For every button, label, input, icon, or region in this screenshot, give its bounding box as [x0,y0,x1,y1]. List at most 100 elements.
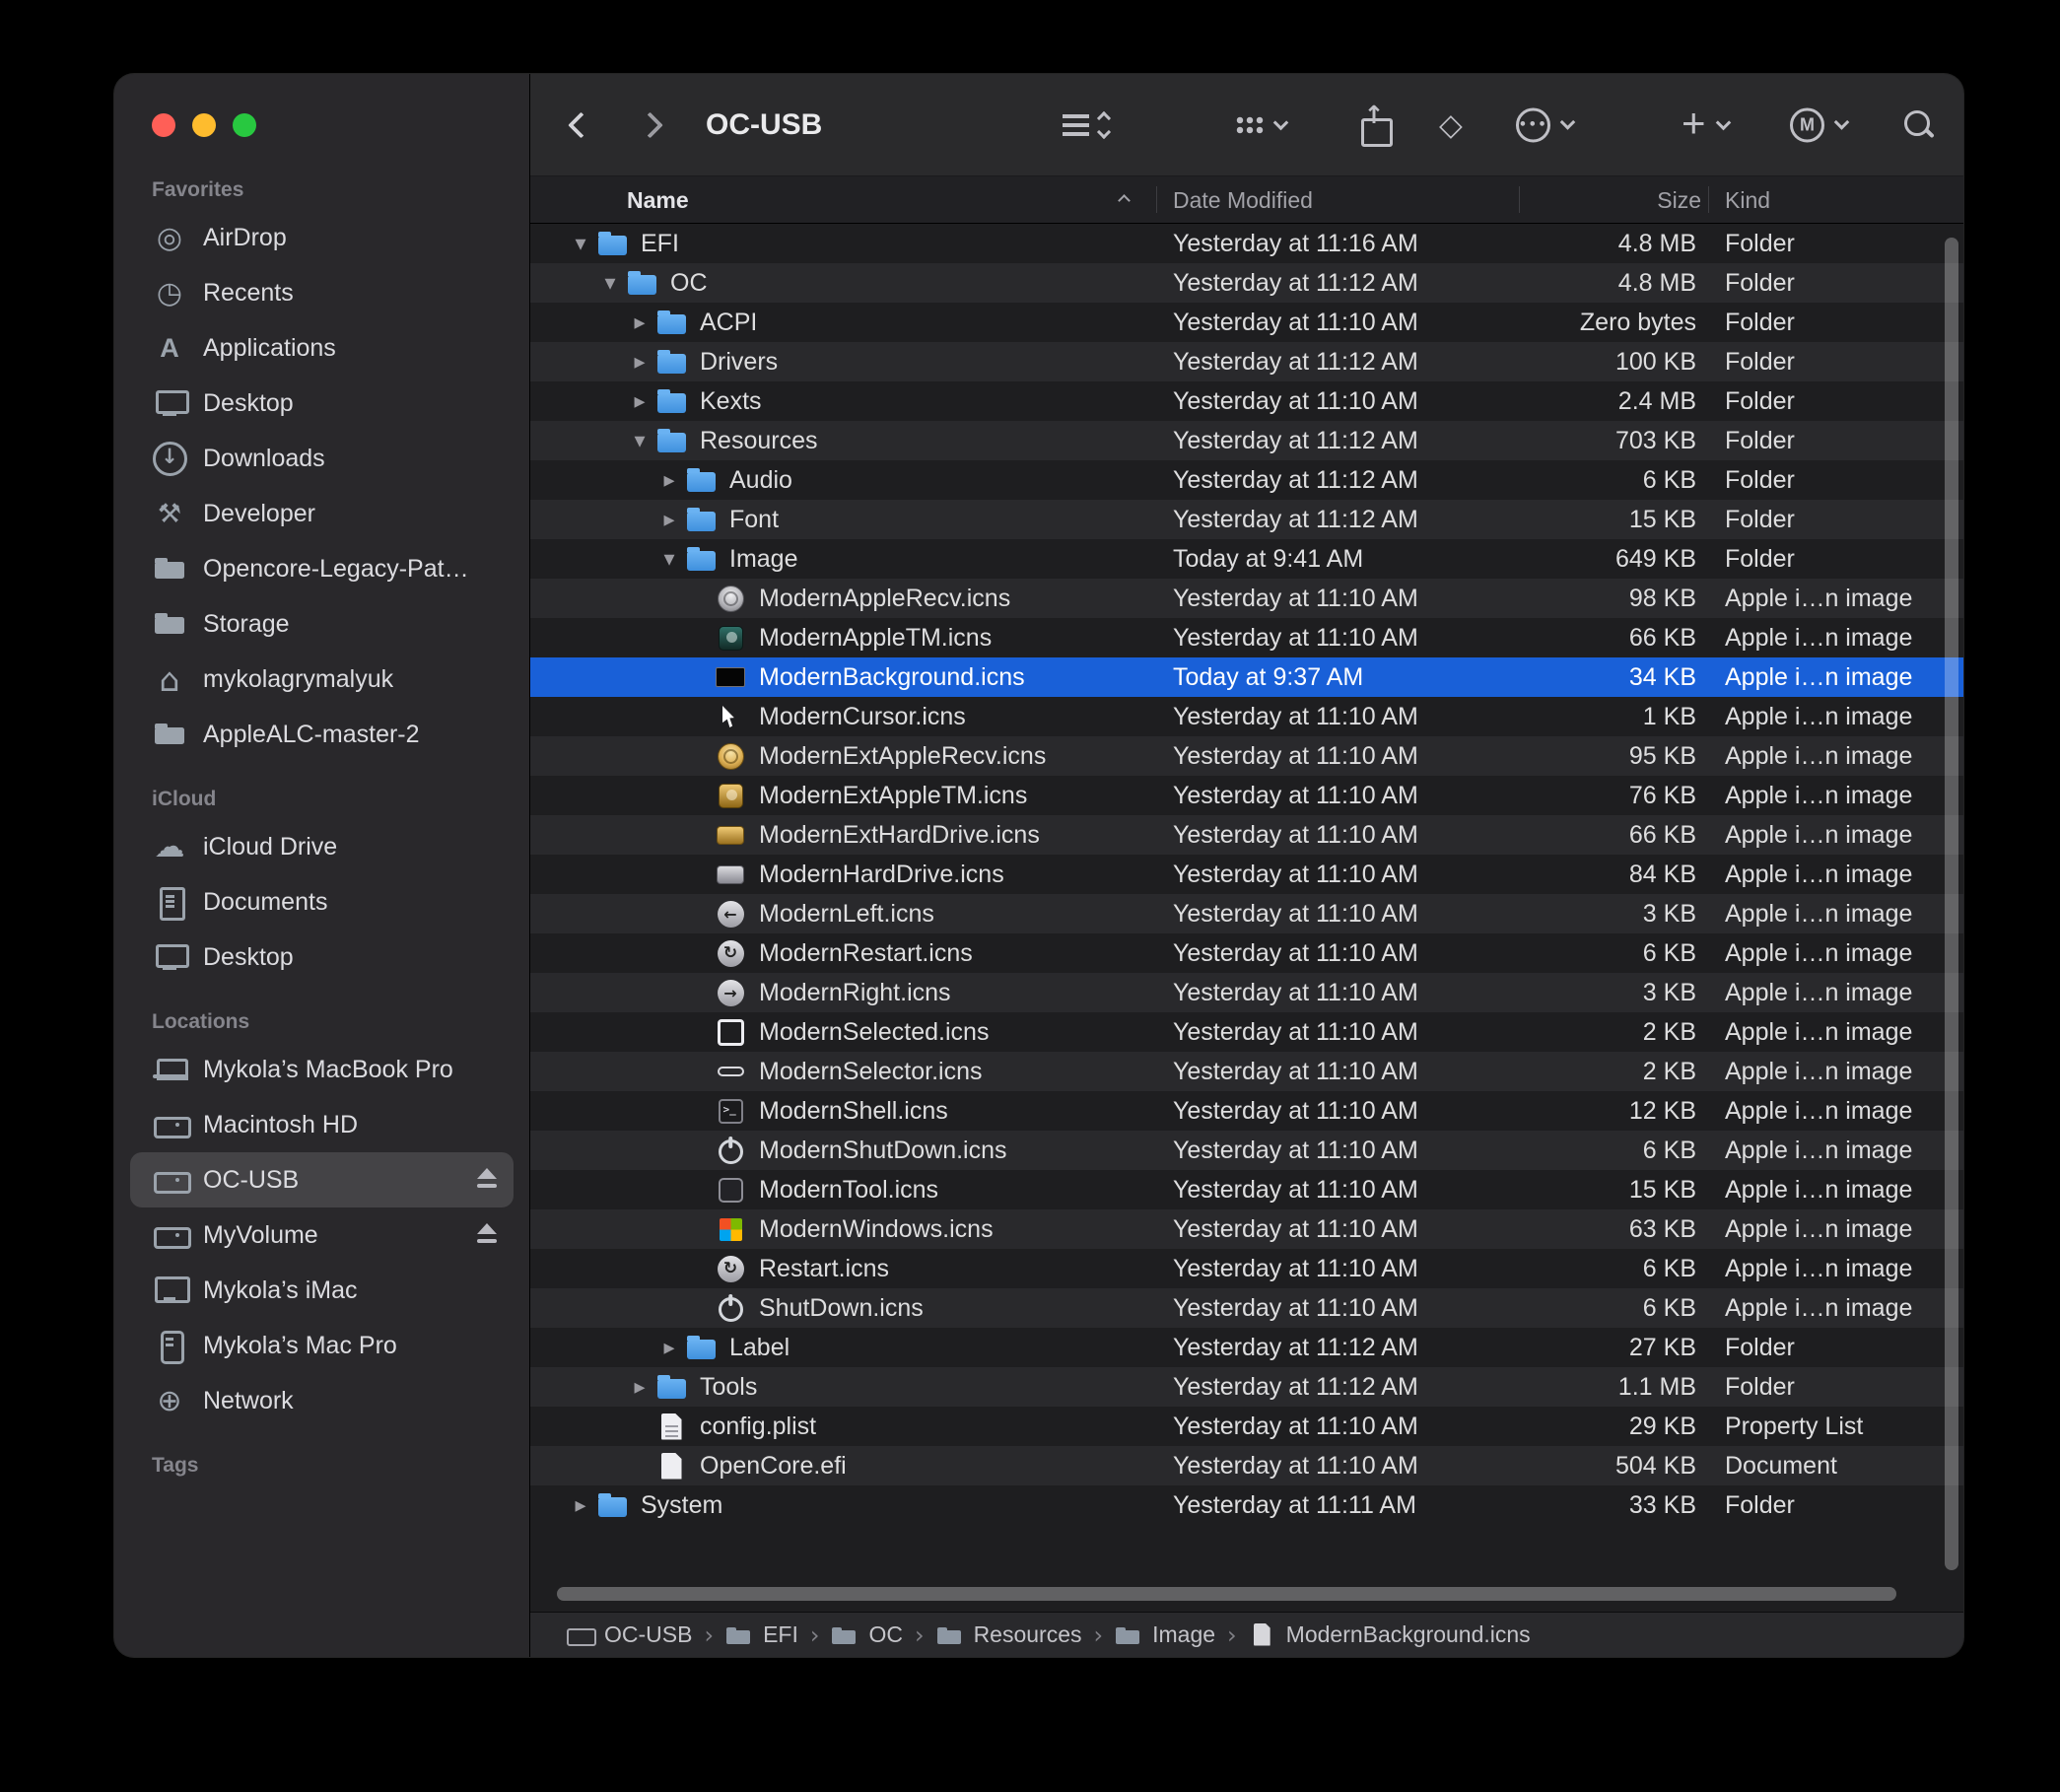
column-header-date[interactable]: Date Modified [1173,176,1313,224]
path-item-resources[interactable]: Resources [936,1621,1082,1649]
file-row-config-plist[interactable]: config.plistYesterday at 11:10 AM29 KBPr… [530,1407,1963,1446]
file-size: 84 KB [1519,855,1708,894]
sidebar-item-recents[interactable]: Recents [130,265,514,320]
disclosure-closed-icon[interactable] [625,1375,654,1400]
file-row-efi[interactable]: EFIYesterday at 11:16 AM4.8 MBFolder [530,224,1963,263]
file-row-resources[interactable]: ResourcesYesterday at 11:12 AM703 KBFold… [530,421,1963,460]
path-item-image[interactable]: Image [1115,1621,1215,1649]
path-item-oc-usb[interactable]: OC-USB [567,1621,692,1649]
disclosure-open-icon[interactable] [595,271,625,296]
more-actions-button[interactable] [1516,107,1573,142]
file-row-modernright-icns[interactable]: ModernRight.icnsYesterday at 11:10 AM3 K… [530,973,1963,1012]
file-row-acpi[interactable]: ACPIYesterday at 11:10 AMZero bytesFolde… [530,303,1963,342]
file-row-shutdown-icns[interactable]: ShutDown.icnsYesterday at 11:10 AM6 KBAp… [530,1288,1963,1328]
file-row-moderntool-icns[interactable]: ModernTool.icnsYesterday at 11:10 AM15 K… [530,1170,1963,1209]
path-separator-icon [704,1621,714,1649]
sidebar-item-network[interactable]: Network [130,1373,514,1428]
file-row-modernharddrive-icns[interactable]: ModernHardDrive.icnsYesterday at 11:10 A… [530,855,1963,894]
file-row-restart-icns[interactable]: Restart.icnsYesterday at 11:10 AM6 KBApp… [530,1249,1963,1288]
file-row-modernselector-icns[interactable]: ModernSelector.icnsYesterday at 11:10 AM… [530,1052,1963,1091]
file-row-modernappletm-icns[interactable]: ModernAppleTM.icnsYesterday at 11:10 AM6… [530,618,1963,657]
vertical-scrollbar-thumb[interactable] [1945,238,1958,1570]
column-divider[interactable] [1708,186,1709,213]
disclosure-closed-icon[interactable] [625,310,654,335]
disclosure-closed-icon[interactable] [566,1493,595,1518]
zoom-button[interactable] [233,113,256,137]
disclosure-closed-icon[interactable] [654,468,684,493]
sidebar-item-mykola-s-mac-pro[interactable]: Mykola’s Mac Pro [130,1318,514,1373]
minimize-button[interactable] [192,113,216,137]
sidebar-item-mykola-s-imac[interactable]: Mykola’s iMac [130,1263,514,1318]
file-row-moderncursor-icns[interactable]: ModernCursor.icnsYesterday at 11:10 AM1 … [530,697,1963,736]
disclosure-open-icon[interactable] [625,429,654,453]
file-row-font[interactable]: FontYesterday at 11:12 AM15 KBFolder [530,500,1963,539]
sidebar-item-developer[interactable]: Developer [130,486,514,541]
column-header-size[interactable]: Size [1519,176,1701,224]
file-row-modernextapplerecv-icns[interactable]: ModernExtAppleRecv.icnsYesterday at 11:1… [530,736,1963,776]
sidebar-item-icloud-drive[interactable]: iCloud Drive [130,819,514,874]
sidebar-item-applications[interactable]: Applications [130,320,514,376]
file-row-modernselected-icns[interactable]: ModernSelected.icnsYesterday at 11:10 AM… [530,1012,1963,1052]
file-row-image[interactable]: ImageToday at 9:41 AM649 KBFolder [530,539,1963,579]
disclosure-closed-icon[interactable] [625,350,654,375]
file-row-kexts[interactable]: KextsYesterday at 11:10 AM2.4 MBFolder [530,381,1963,421]
forward-button[interactable] [641,115,659,134]
sidebar-item-mykolagrymalyuk[interactable]: mykolagrymalyuk [130,652,514,707]
group-button[interactable] [1235,115,1286,135]
disclosure-open-icon[interactable] [566,232,595,256]
file-date: Yesterday at 11:10 AM [1156,776,1519,815]
path-item-oc[interactable]: OC [831,1621,903,1649]
account-button[interactable]: M [1790,107,1847,142]
path-item-efi[interactable]: EFI [725,1621,798,1649]
sidebar-item-macintosh-hd[interactable]: Macintosh HD [130,1097,514,1152]
sidebar-item-airdrop[interactable]: AirDrop [130,210,514,265]
file-row-modernrestart-icns[interactable]: ModernRestart.icnsYesterday at 11:10 AM6… [530,933,1963,973]
path-item-modernbackground-icns[interactable]: ModernBackground.icns [1249,1621,1531,1649]
disclosure-open-icon[interactable] [654,547,684,572]
column-divider[interactable] [1156,186,1157,213]
sidebar-item-applealc-master-2[interactable]: AppleALC-master-2 [130,707,514,762]
sidebar-item-downloads[interactable]: Downloads [130,431,514,486]
file-row-drivers[interactable]: DriversYesterday at 11:12 AM100 KBFolder [530,342,1963,381]
disclosure-closed-icon[interactable] [654,1336,684,1360]
file-row-oc[interactable]: OCYesterday at 11:12 AM4.8 MBFolder [530,263,1963,303]
sidebar-item-myvolume[interactable]: MyVolume [130,1207,514,1263]
file-row-modernshell-icns[interactable]: ModernShell.icnsYesterday at 11:10 AM12 … [530,1091,1963,1131]
sidebar-item-desktop[interactable]: Desktop [130,376,514,431]
sidebar-item-oc-usb[interactable]: OC-USB [130,1152,514,1207]
sidebar: FavoritesAirDropRecentsApplicationsDeskt… [114,74,530,1657]
share-button[interactable] [1358,107,1390,143]
file-row-modernleft-icns[interactable]: ModernLeft.icnsYesterday at 11:10 AM3 KB… [530,894,1963,933]
sidebar-item-mykola-s-macbook-pro[interactable]: Mykola’s MacBook Pro [130,1042,514,1097]
tag-button[interactable] [1439,107,1463,143]
file-row-modernbackground-icns[interactable]: ModernBackground.icnsToday at 9:37 AM34 … [530,657,1963,697]
file-row-modernextappletm-icns[interactable]: ModernExtAppleTM.icnsYesterday at 11:10 … [530,776,1963,815]
disclosure-closed-icon[interactable] [625,389,654,414]
view-mode-button[interactable] [1063,113,1109,137]
horizontal-scrollbar-thumb[interactable] [557,1587,1896,1601]
sidebar-item-desktop[interactable]: Desktop [130,930,514,985]
sidebar-item-documents[interactable]: Documents [130,874,514,930]
file-row-label[interactable]: LabelYesterday at 11:12 AM27 KBFolder [530,1328,1963,1367]
sidebar-item-storage[interactable]: Storage [130,596,514,652]
search-button[interactable] [1902,108,1936,142]
file-row-tools[interactable]: ToolsYesterday at 11:12 AM1.1 MBFolder [530,1367,1963,1407]
sidebar-item-opencore-legacy-pat[interactable]: Opencore-Legacy-Pat… [130,541,514,596]
close-button[interactable] [152,113,175,137]
file-row-modernextharddrive-icns[interactable]: ModernExtHardDrive.icnsYesterday at 11:1… [530,815,1963,855]
column-header-kind[interactable]: Kind [1725,176,1770,224]
file-row-system[interactable]: SystemYesterday at 11:11 AM33 KBFolder [530,1485,1963,1525]
eject-icon[interactable] [474,1167,500,1193]
file-row-opencore-efi[interactable]: OpenCore.efiYesterday at 11:10 AM504 KBD… [530,1446,1963,1485]
file-size: 504 KB [1519,1446,1708,1485]
file-row-audio[interactable]: AudioYesterday at 11:12 AM6 KBFolder [530,460,1963,500]
file-row-modernapplerecv-icns[interactable]: ModernAppleRecv.icnsYesterday at 11:10 A… [530,579,1963,618]
file-size: 649 KB [1519,539,1708,579]
add-button[interactable] [1682,108,1729,142]
file-row-modernshutdown-icns[interactable]: ModernShutDown.icnsYesterday at 11:10 AM… [530,1131,1963,1170]
back-button[interactable] [572,115,590,134]
disclosure-closed-icon[interactable] [654,508,684,532]
column-header-name[interactable]: Name [627,176,689,224]
eject-icon[interactable] [474,1222,500,1248]
file-row-modernwindows-icns[interactable]: ModernWindows.icnsYesterday at 11:10 AM6… [530,1209,1963,1249]
